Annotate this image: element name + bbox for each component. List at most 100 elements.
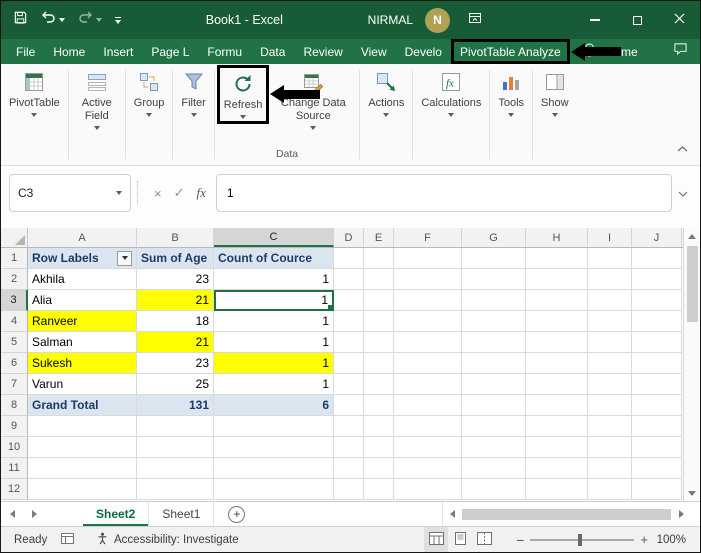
cell-J10[interactable] (632, 437, 682, 458)
cell-H1[interactable] (526, 248, 588, 269)
cell-G8[interactable] (462, 395, 526, 416)
cell-I4[interactable] (588, 311, 632, 332)
row-header-5[interactable]: 5 (1, 332, 28, 353)
row-header-3[interactable]: 3 (1, 290, 28, 311)
cell-B1[interactable]: Sum of Age (137, 248, 214, 269)
row-header-4[interactable]: 4 (1, 311, 28, 332)
cell-D11[interactable] (334, 458, 364, 479)
cell-H2[interactable] (526, 269, 588, 290)
tab-file[interactable]: File (7, 39, 44, 64)
cell-A10[interactable] (28, 437, 137, 458)
normal-view-button[interactable] (424, 527, 449, 552)
page-layout-view-button[interactable] (448, 527, 472, 552)
column-header-H[interactable]: H (526, 228, 588, 247)
cell-A3[interactable]: Alia (28, 290, 137, 311)
zoom-slider[interactable] (530, 533, 635, 546)
cell-I9[interactable] (588, 416, 632, 437)
horizontal-scroll-thumb[interactable] (462, 508, 671, 520)
row-labels-filter-button[interactable] (117, 250, 132, 266)
cell-G1[interactable] (462, 248, 526, 269)
cell-I12[interactable] (588, 479, 632, 500)
cell-D7[interactable] (334, 374, 364, 395)
cell-G7[interactable] (462, 374, 526, 395)
cell-F1[interactable] (394, 248, 462, 269)
cell-D5[interactable] (334, 332, 364, 353)
cell-D10[interactable] (334, 437, 364, 458)
cell-F6[interactable] (394, 353, 462, 374)
cell-I2[interactable] (588, 269, 632, 290)
scroll-left-button[interactable] (443, 502, 461, 526)
cell-H12[interactable] (526, 479, 588, 500)
cell-G3[interactable] (462, 290, 526, 311)
cell-B8[interactable]: 131 (137, 395, 214, 416)
tab-insert[interactable]: Insert (94, 39, 142, 64)
cell-C6[interactable]: 1 (214, 353, 334, 374)
row-header-8[interactable]: 8 (1, 395, 28, 416)
cell-G4[interactable] (462, 311, 526, 332)
cell-E1[interactable] (364, 248, 394, 269)
cell-C7[interactable]: 1 (214, 374, 334, 395)
cell-A7[interactable]: Varun (28, 374, 137, 395)
zoom-slider-thumb[interactable] (578, 533, 583, 546)
tab-review[interactable]: Review (294, 39, 351, 64)
vertical-scrollbar[interactable] (683, 228, 700, 501)
cell-A9[interactable] (28, 416, 137, 437)
tab-data[interactable]: Data (251, 39, 294, 64)
row-header-1[interactable]: 1 (1, 248, 28, 269)
cell-E9[interactable] (364, 416, 394, 437)
sheet-tab-sheet1[interactable]: Sheet1 (149, 502, 215, 526)
cell-H8[interactable] (526, 395, 588, 416)
tab-formu[interactable]: Formu (198, 39, 251, 64)
ribbon-button-show[interactable]: Show (535, 65, 575, 119)
row-header-10[interactable]: 10 (1, 437, 28, 458)
cell-D12[interactable] (334, 479, 364, 500)
cell-F5[interactable] (394, 332, 462, 353)
cell-E10[interactable] (364, 437, 394, 458)
cell-G11[interactable] (462, 458, 526, 479)
sheet-tab-sheet2[interactable]: Sheet2 (83, 502, 150, 526)
cell-J4[interactable] (632, 311, 682, 332)
column-header-B[interactable]: B (137, 228, 214, 247)
cell-B11[interactable] (137, 458, 214, 479)
new-sheet-button[interactable]: + (228, 505, 246, 523)
column-header-D[interactable]: D (334, 228, 364, 247)
tab-pivottable-analyze[interactable]: PivotTable Analyze (450, 39, 621, 64)
cell-E3[interactable] (364, 290, 394, 311)
cell-I3[interactable] (588, 290, 632, 311)
comments-button[interactable] (673, 39, 688, 64)
cell-B7[interactable]: 25 (137, 374, 214, 395)
cell-D4[interactable] (334, 311, 364, 332)
cell-A12[interactable] (28, 479, 137, 500)
cell-J1[interactable] (632, 248, 682, 269)
cell-H4[interactable] (526, 311, 588, 332)
cell-I5[interactable] (588, 332, 632, 353)
cell-I7[interactable] (588, 374, 632, 395)
cell-I10[interactable] (588, 437, 632, 458)
row-header-9[interactable]: 9 (1, 416, 28, 437)
cell-B9[interactable] (137, 416, 214, 437)
cell-J3[interactable] (632, 290, 682, 311)
cell-H10[interactable] (526, 437, 588, 458)
cell-G6[interactable] (462, 353, 526, 374)
cell-H11[interactable] (526, 458, 588, 479)
cell-D8[interactable] (334, 395, 364, 416)
cell-A1[interactable]: Row Labels (28, 248, 137, 269)
minimize-button[interactable] (574, 1, 616, 39)
cell-A11[interactable] (28, 458, 137, 479)
tab-page-l[interactable]: Page L (142, 39, 198, 64)
cell-E12[interactable] (364, 479, 394, 500)
cell-D2[interactable] (334, 269, 364, 290)
ribbon-button-refresh[interactable]: Refresh (216, 65, 321, 124)
cell-I8[interactable] (588, 395, 632, 416)
cancel-button[interactable]: × (154, 186, 162, 201)
cell-E5[interactable] (364, 332, 394, 353)
cell-F7[interactable] (394, 374, 462, 395)
cell-D1[interactable] (334, 248, 364, 269)
cell-F8[interactable] (394, 395, 462, 416)
select-all-button[interactable] (1, 228, 28, 247)
cell-F2[interactable] (394, 269, 462, 290)
ribbon-button-tools[interactable]: Tools (492, 65, 530, 119)
cell-C10[interactable] (214, 437, 334, 458)
cell-I1[interactable] (588, 248, 632, 269)
cell-H5[interactable] (526, 332, 588, 353)
